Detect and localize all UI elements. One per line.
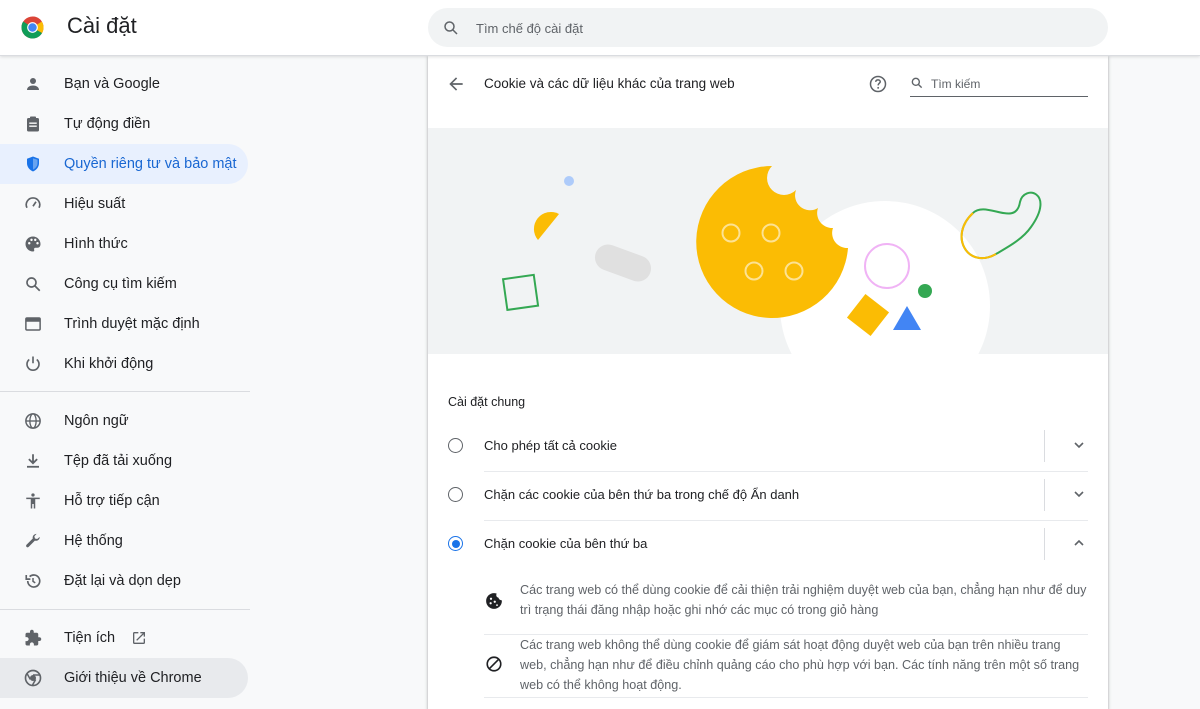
search-icon bbox=[911, 77, 923, 89]
sidebar-item-label: Ngôn ngữ bbox=[64, 413, 129, 429]
settings-search-box[interactable] bbox=[428, 8, 1108, 47]
power-icon bbox=[26, 356, 40, 371]
row-separator bbox=[484, 697, 1088, 698]
top-toolbar: Cài đặt bbox=[0, 0, 1200, 56]
sidebar-item-downloads[interactable]: Tệp đã tải xuống bbox=[0, 441, 248, 481]
wrench-icon bbox=[26, 533, 40, 548]
cookie-option-allow-all[interactable]: Cho phép tất cả cookie bbox=[428, 423, 1108, 471]
search-icon bbox=[26, 277, 41, 292]
cookie-option-block-third-party[interactable]: Chặn cookie của bên thứ ba bbox=[428, 521, 1108, 569]
search-icon bbox=[444, 21, 458, 35]
sidebar-item-label: Hỗ trợ tiếp cận bbox=[64, 493, 160, 509]
sidebar-item-label: Hiệu suất bbox=[64, 196, 126, 212]
sidebar-item-languages[interactable]: Ngôn ngữ bbox=[0, 401, 248, 441]
sidebar-item-search-engine[interactable]: Công cụ tìm kiếm bbox=[0, 264, 248, 304]
open-in-new-icon bbox=[133, 632, 145, 644]
sidebar-item-extensions[interactable]: Tiện ích bbox=[0, 618, 248, 658]
detail-text: Các trang web không thể dùng cookie để g… bbox=[520, 638, 1080, 692]
sidebar-item-default-browser[interactable]: Trình duyệt mặc định bbox=[0, 304, 248, 344]
accessibility-icon bbox=[26, 493, 40, 509]
sidebar-item-label: Quyền riêng tư và bảo mật bbox=[64, 156, 237, 172]
option-label: Chặn các cookie của bên thứ ba trong chế… bbox=[484, 487, 800, 502]
sidebar-item-you-and-google[interactable]: Bạn và Google bbox=[0, 64, 248, 104]
sidebar-item-label: Tự động điền bbox=[64, 116, 151, 132]
sidebar-item-label: Hình thức bbox=[64, 236, 128, 252]
sidebar-item-label: Hệ thống bbox=[64, 533, 123, 549]
download-icon bbox=[27, 454, 39, 468]
row-divider bbox=[1044, 430, 1045, 462]
row-divider bbox=[1044, 528, 1045, 560]
sidebar-item-label: Khi khởi động bbox=[64, 356, 154, 372]
chevron-up-icon[interactable] bbox=[1071, 535, 1087, 551]
sidebar-item-accessibility[interactable]: Hỗ trợ tiếp cận bbox=[0, 481, 248, 521]
radio-button[interactable] bbox=[448, 487, 463, 502]
sidebar-item-appearance[interactable]: Hình thức bbox=[0, 224, 248, 264]
person-icon bbox=[27, 78, 39, 90]
globe-icon bbox=[25, 413, 41, 429]
sidebar: Bạn và Google Tự động điền Quyền riêng t… bbox=[0, 56, 260, 709]
cookies-settings-card: Cookie và các dữ liệu khác của trang web… bbox=[428, 56, 1108, 709]
sidebar-divider bbox=[0, 609, 250, 610]
page-title: Cookie và các dữ liệu khác của trang web bbox=[484, 76, 735, 91]
cookie-search-input[interactable] bbox=[929, 74, 1088, 94]
sidebar-item-reset-cleanup[interactable]: Đặt lại và dọn dẹp bbox=[0, 561, 248, 601]
app-title: Cài đặt bbox=[67, 13, 137, 38]
sidebar-item-performance[interactable]: Hiệu suất bbox=[0, 184, 248, 224]
sidebar-item-system[interactable]: Hệ thống bbox=[0, 521, 248, 561]
sidebar-item-label: Công cụ tìm kiếm bbox=[64, 276, 177, 292]
sidebar-item-label: Tệp đã tải xuống bbox=[64, 453, 173, 469]
sidebar-divider bbox=[0, 391, 250, 392]
help-icon[interactable] bbox=[868, 74, 888, 94]
speedometer-icon bbox=[25, 197, 41, 209]
chevron-down-icon[interactable] bbox=[1071, 486, 1087, 502]
sidebar-item-on-startup[interactable]: Khi khởi động bbox=[0, 344, 248, 384]
sidebar-item-label: Bạn và Google bbox=[64, 76, 160, 92]
cookie-option-block-incognito[interactable]: Chặn các cookie của bên thứ ba trong chế… bbox=[428, 472, 1108, 520]
restore-icon bbox=[25, 574, 41, 588]
shield-icon bbox=[27, 156, 39, 172]
section-heading-general: Cài đặt chung bbox=[448, 395, 526, 409]
cookie-icon bbox=[486, 593, 502, 609]
row-divider bbox=[1044, 479, 1045, 511]
chrome-logo-icon bbox=[21, 16, 44, 39]
block-icon bbox=[486, 656, 502, 672]
option-label: Chặn cookie của bên thứ ba bbox=[484, 536, 648, 551]
chevron-down-icon[interactable] bbox=[1071, 437, 1087, 453]
radio-button-selected[interactable] bbox=[448, 536, 463, 551]
radio-button[interactable] bbox=[448, 438, 463, 453]
puzzle-icon bbox=[25, 629, 42, 646]
sidebar-item-label: Đặt lại và dọn dẹp bbox=[64, 573, 181, 589]
palette-icon bbox=[25, 236, 41, 252]
clipboard-icon bbox=[27, 116, 39, 132]
settings-search-input[interactable] bbox=[474, 17, 1078, 39]
sidebar-item-label: Trình duyệt mặc định bbox=[64, 316, 200, 332]
cookie-illustration bbox=[428, 128, 1108, 354]
detail-text: Các trang web có thể dùng cookie để cải … bbox=[520, 583, 1087, 617]
sidebar-item-about-chrome[interactable]: Giới thiệu về Chrome bbox=[0, 658, 248, 698]
sidebar-item-privacy-security[interactable]: Quyền riêng tư và bảo mật bbox=[0, 144, 248, 184]
cookie-search-box[interactable] bbox=[910, 74, 1088, 97]
option-label: Cho phép tất cả cookie bbox=[484, 438, 617, 453]
chrome-icon bbox=[24, 669, 42, 687]
browser-window-icon bbox=[25, 317, 41, 331]
sidebar-item-autofill[interactable]: Tự động điền bbox=[0, 104, 248, 144]
sidebar-item-label: Giới thiệu về Chrome bbox=[64, 670, 202, 686]
back-arrow-icon[interactable] bbox=[446, 74, 466, 94]
sidebar-item-label: Tiện ích bbox=[64, 630, 116, 646]
